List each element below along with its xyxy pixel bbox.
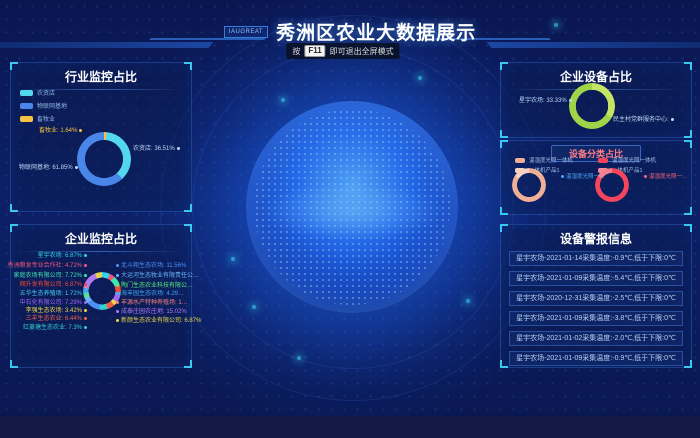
chart-label: 温湿度光照一… — [644, 172, 688, 180]
header: IAUGREAT 秀洲区农业大数据展示 — [0, 18, 700, 45]
chart-label: 大运河生态牧业有限责任公… — [116, 272, 199, 280]
chart-label: 家庭农场有限公司: 7.72% — [14, 272, 87, 280]
legend-swatch — [20, 90, 33, 96]
chart-label: 北斗翔生态农场: 11.56% — [116, 262, 186, 270]
chart-label: 五华生态养殖场: 1.72% — [20, 290, 87, 298]
device-ratio-donut-chart[interactable] — [569, 83, 615, 129]
tip-suffix: 即可退出全屏模式 — [330, 46, 394, 57]
chart-label: 民主村党群服务中心: — [613, 114, 674, 123]
chart-label: 翔升发有限公司: 6.87% — [20, 281, 87, 289]
title-divider — [17, 251, 185, 252]
glow-dot — [281, 98, 285, 102]
logo-badge: IAUGREAT — [224, 26, 268, 38]
device-class-donut-left[interactable] — [512, 168, 546, 202]
legend-label: 温湿度光照一体机 — [612, 156, 656, 164]
alarm-row: 星宇农场-2021-01-09采集温度:-3.8℃,低于下限:0℃ — [509, 311, 683, 326]
legend-item[interactable]: 物联网基地 — [20, 101, 67, 110]
alarm-row: 星宇农场-2021-01-09采集温度:-0.9℃,低于下限:0℃ — [509, 351, 683, 366]
globe — [246, 101, 458, 313]
legend-item[interactable]: 温湿度光照一体机 — [515, 156, 573, 164]
chart-label: 秀洲粮食专业合作社: 4.72% — [8, 262, 87, 270]
glow-dot — [418, 76, 422, 80]
alarm-list: 星宇农场-2021-01-14采集温度:-0.9℃,低于下限:0℃ 星宇农场-20… — [509, 251, 683, 371]
chart-label: 中石化有限公司: 7.29% — [20, 299, 87, 307]
panel-device-class: 设备分类占比 温湿度光照一体机 一体机产品1 温湿度光照一体机 一体机产品1 — [500, 140, 692, 215]
alarm-row: 星宇农场-2021-01-14采集温度:-0.9℃,低于下限:0℃ — [509, 251, 683, 266]
industry-donut-chart[interactable] — [77, 132, 131, 186]
industry-legend: 农资店 物联网基地 畜牧业 — [20, 88, 67, 127]
alarm-row: 星宇农场-2021-01-09采集温度:-5.4℃,低于下限:0℃ — [509, 271, 683, 286]
tip-prefix: 按 — [292, 46, 300, 57]
panel-title: 行业监控占比 — [11, 63, 191, 85]
glow-dot — [252, 305, 256, 309]
chart-label: 三羊生态农业: 6.44% — [26, 315, 87, 323]
chart-label: 农资店: 36.51% — [133, 143, 180, 152]
enterprise-donut-chart[interactable] — [83, 272, 121, 310]
alarm-row: 星宇农场-2020-12-31采集温度:-2.5℃,低于下限:0℃ — [509, 291, 683, 306]
panel-title: 设备警报信息 — [501, 225, 691, 247]
chart-label: 海丰园生态农场: 4.29… — [116, 290, 184, 298]
page-title: 秀洲区农业大数据展示 — [276, 18, 476, 45]
footer-bar — [0, 416, 700, 438]
legend-item[interactable]: 畜牧业 — [20, 114, 67, 123]
chart-label: 成泰庄园农庄地: 15.02% — [116, 308, 187, 316]
legend-swatch — [20, 103, 33, 109]
globe-highlight-band — [259, 182, 446, 241]
glow-dot — [466, 299, 470, 303]
chart-label: 李强生态农场: 3.42% — [26, 307, 87, 315]
chart-label: 星宇农场: 33.33% — [519, 95, 572, 104]
dashboard: IAUGREAT 秀洲区农业大数据展示 按 F11 即可退出全屏模式 行业监控占… — [0, 0, 700, 438]
panel-device-alarms: 设备警报信息 星宇农场-2021-01-14采集温度:-0.9℃,低于下限:0℃… — [500, 224, 692, 368]
panel-enterprise-monitor: 企业监控占比 星宇农场: 6.87% 秀洲粮食专业合作社: 4.72% 家庭农场有限… — [10, 224, 192, 368]
alarm-row: 星宇农场-2021-01-02采集温度:-2.0℃,低于下限:0℃ — [509, 331, 683, 346]
legend-item[interactable]: 农资店 — [20, 88, 67, 97]
legend-swatch — [598, 158, 608, 163]
fullscreen-tip: 按 F11 即可退出全屏模式 — [286, 43, 399, 59]
legend-label: 温湿度光照一体机 — [529, 156, 573, 164]
legend-swatch — [20, 116, 33, 122]
chart-label: 星宇农场: 6.87% — [38, 252, 87, 260]
panel-device-ratio: 企业设备占比 星宇农场: 33.33% 民主村党群服务中心: — [500, 62, 692, 138]
chart-label: 红菱塘生态农业: 7.3% — [23, 324, 87, 332]
panel-industry-monitor: 行业监控占比 农资店 物联网基地 畜牧业 畜牧业: 1.64%农资店: 36.5… — [10, 62, 192, 212]
legend-label: 物联网基地 — [37, 101, 67, 110]
legend-label: 农资店 — [37, 88, 55, 97]
legend-swatch — [515, 158, 525, 163]
chart-label: 物联网基地: 61.85% — [19, 162, 78, 171]
chart-label: 新颜生态农业有限公司: 6.87% — [116, 317, 201, 325]
panel-title: 企业监控占比 — [11, 225, 191, 247]
chart-label: 温湿度光照一… — [561, 172, 605, 180]
glow-dot — [297, 356, 301, 360]
panel-title: 企业设备占比 — [501, 63, 691, 85]
f11-keycap: F11 — [304, 45, 325, 57]
chart-label: 丰源水产特种养殖场: 1… — [116, 299, 188, 307]
legend-label: 畜牧业 — [37, 114, 55, 123]
glow-dot — [231, 257, 235, 261]
legend-item[interactable]: 温湿度光照一体机 — [598, 156, 656, 164]
chart-label: 陶门生态农业科技有限公… — [116, 282, 193, 290]
